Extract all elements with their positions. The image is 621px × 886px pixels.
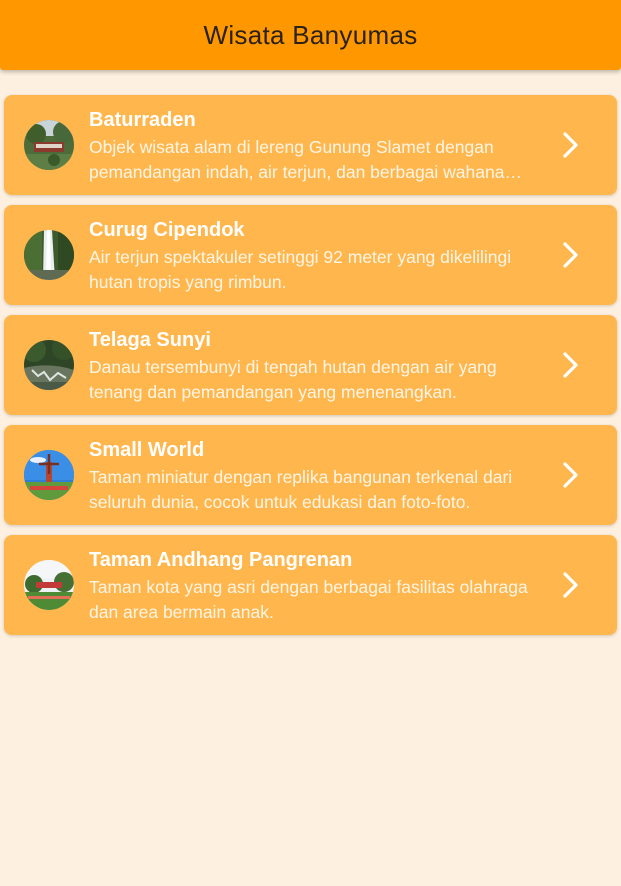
list-item-small-world[interactable]: Small World Taman miniatur dengan replik… <box>4 425 617 525</box>
list-item-baturraden[interactable]: Baturraden Objek wisata alam di lereng G… <box>4 95 617 195</box>
page-title: Wisata Banyumas <box>203 19 418 50</box>
item-title: Baturraden <box>89 109 196 131</box>
list-item-taman-andhang-pangrenan[interactable]: Taman Andhang Pangrenan Taman kota yang … <box>4 535 617 635</box>
small-world-thumbnail <box>24 450 74 500</box>
item-description: Taman miniatur dengan replika bangunan t… <box>89 467 513 512</box>
app-bar: Wisata Banyumas <box>0 0 621 70</box>
list-item-curug-cipendok[interactable]: Curug Cipendok Air terjun spektakuler se… <box>4 205 617 305</box>
item-description: Taman kota yang asri dengan berbagai fas… <box>89 577 528 622</box>
curug-cipendok-thumbnail <box>24 230 74 280</box>
item-title: Small World <box>89 439 205 461</box>
destination-list: Baturraden Objek wisata alam di lereng G… <box>4 95 617 645</box>
item-description: Air terjun spektakuler setinggi 92 meter… <box>89 247 512 292</box>
item-title: Taman Andhang Pangrenan <box>89 549 353 571</box>
telaga-sunyi-thumbnail <box>24 340 74 390</box>
item-description: Danau tersembunyi di tengah hutan dengan… <box>89 357 497 402</box>
item-title: Curug Cipendok <box>89 219 245 241</box>
list-item-telaga-sunyi[interactable]: Telaga Sunyi Danau tersembunyi di tengah… <box>4 315 617 415</box>
chevron-right-icon[interactable] <box>559 459 583 491</box>
chevron-right-icon[interactable] <box>559 349 583 381</box>
taman-andhang-pangrenan-thumbnail <box>24 560 74 610</box>
chevron-right-icon[interactable] <box>559 569 583 601</box>
chevron-right-icon[interactable] <box>559 129 583 161</box>
item-description: Objek wisata alam di lereng Gunung Slame… <box>89 137 505 182</box>
chevron-right-icon[interactable] <box>559 239 583 271</box>
item-title: Telaga Sunyi <box>89 329 211 351</box>
baturraden-thumbnail <box>24 120 74 170</box>
